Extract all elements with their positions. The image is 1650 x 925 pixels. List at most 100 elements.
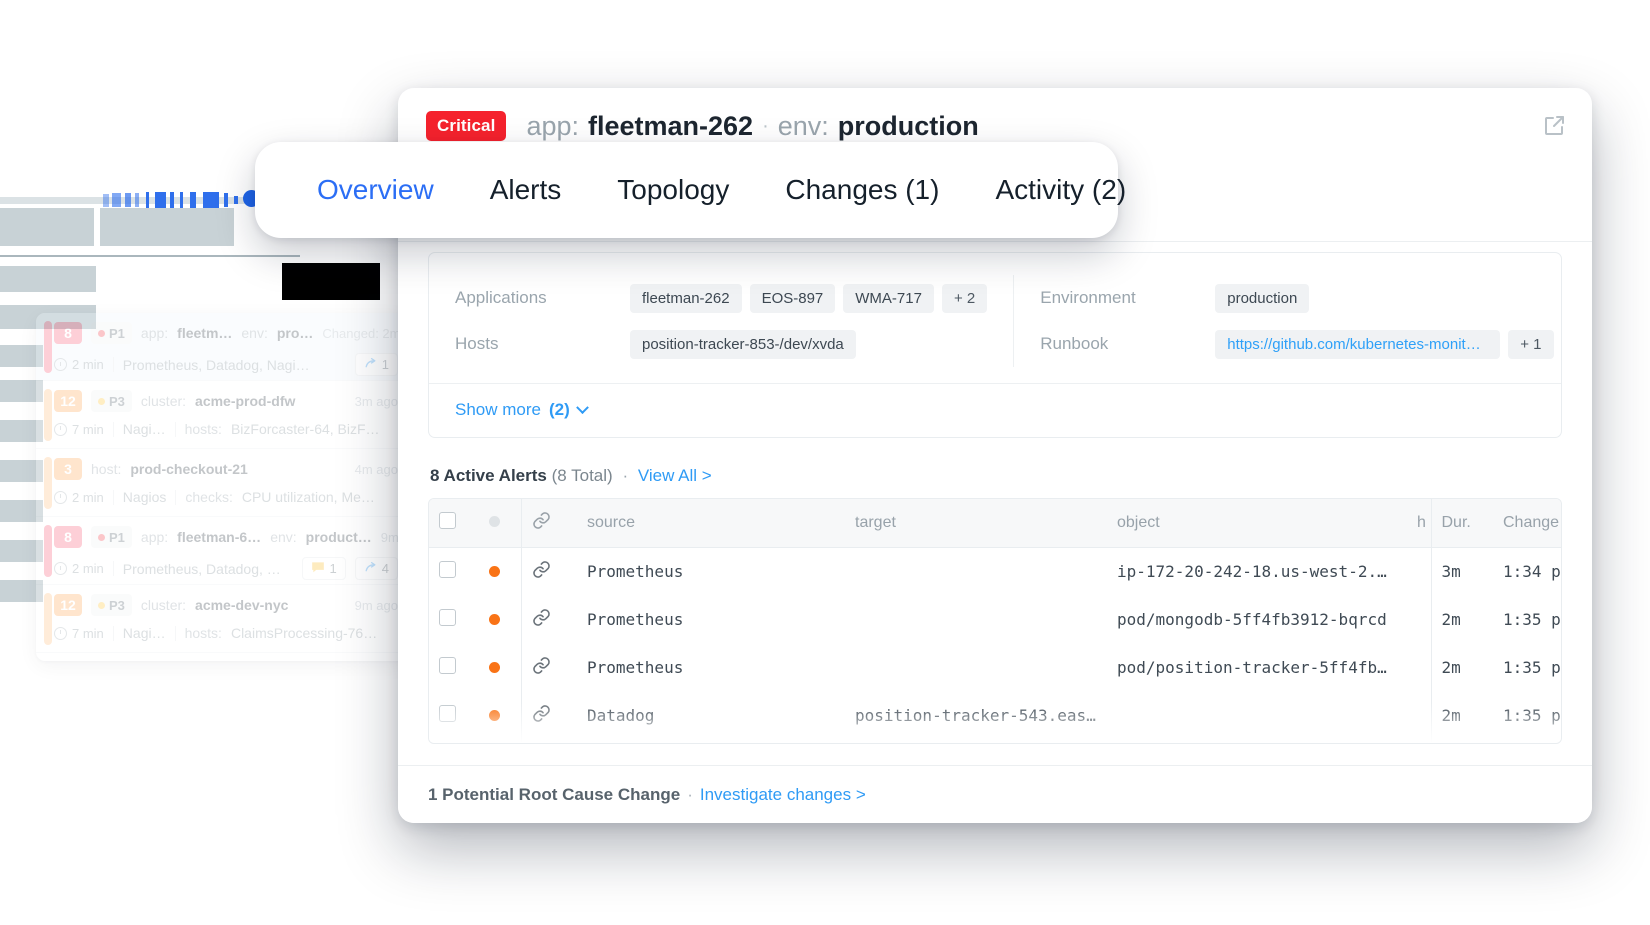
row-select-cell[interactable]: [429, 547, 479, 595]
alert-list-panel[interactable]: 8 P1 app: fleetm… env: pro… Changed: 2m …: [36, 313, 408, 661]
list-item[interactable]: 12 P3 cluster: acme-dev-nyc 9m ago 7 min…: [36, 585, 408, 653]
comment-chip[interactable]: 1: [301, 557, 346, 580]
tab-overview[interactable]: Overview: [317, 174, 434, 206]
row-severity-cell: [479, 595, 521, 643]
row-select-cell[interactable]: [429, 739, 479, 743]
column-header-source[interactable]: source: [577, 499, 845, 548]
list-item[interactable]: 8 P1 app: fleetm… env: pro… Changed: 2m …: [36, 313, 408, 381]
severity-stripe: [44, 457, 52, 509]
share-chip[interactable]: 1: [354, 353, 398, 376]
external-link-icon[interactable]: [1542, 114, 1566, 138]
clock-icon: [54, 490, 67, 504]
cell-change: 1:35 pm: [1503, 657, 1561, 677]
cell-duration: 2m: [1430, 691, 1493, 739]
comment-count: 1: [329, 561, 337, 576]
row-link-cell[interactable]: [520, 595, 577, 643]
select-all-checkbox[interactable]: [439, 511, 456, 529]
column-header-target[interactable]: target: [845, 499, 1107, 548]
detail-row-environment: Environment production: [1040, 275, 1553, 321]
row-severity-cell: [479, 643, 521, 691]
tab-changes[interactable]: Changes (1): [785, 174, 939, 206]
alert-key: app:: [140, 529, 169, 545]
applications-more-tag[interactable]: + 2: [941, 283, 988, 313]
table-row[interactable]: Prometheus pod/mongodb-5ff4fb3912-bqrcd …: [429, 595, 1561, 643]
cell-host: [1407, 595, 1431, 643]
timeline-tick: [125, 193, 131, 207]
link-icon[interactable]: [532, 608, 551, 627]
tab-topology[interactable]: Topology: [617, 174, 729, 206]
alert-duration: 2 min: [54, 357, 104, 372]
column-header-change[interactable]: Change: [1493, 499, 1561, 548]
tab-activity[interactable]: Activity (2): [995, 174, 1126, 206]
list-item[interactable]: 8 P1 app: fleetman-6… env: product… 9m a…: [36, 517, 408, 585]
row-severity-cell: [479, 547, 521, 595]
link-icon[interactable]: [532, 560, 551, 579]
alert-count-badge: 8: [54, 322, 82, 344]
row-link-cell[interactable]: [520, 643, 577, 691]
row-checkbox[interactable]: [439, 704, 456, 722]
row-select-cell[interactable]: [429, 595, 479, 643]
view-all-link[interactable]: View All >: [638, 466, 712, 485]
alert-count-badge: 12: [54, 594, 82, 616]
alert-sources: Prometheus, Datadog, Nag…: [122, 560, 288, 577]
runbook-link-tag[interactable]: https://github.com/kubernetes-monito…: [1215, 329, 1501, 359]
column-header-object[interactable]: object: [1107, 499, 1407, 548]
link-icon[interactable]: [532, 704, 551, 723]
row-link-cell[interactable]: [520, 547, 577, 595]
active-alerts-total: (8 Total): [551, 466, 613, 485]
row-link-cell[interactable]: [520, 691, 577, 739]
alert-hosts: ClaimsProcessing-76, Clai…: [230, 625, 381, 641]
application-tag[interactable]: WMA-717: [843, 283, 934, 313]
column-header-host[interactable]: h: [1407, 499, 1431, 548]
list-item[interactable]: 12 P3 cluster: acme-prod-dfw 3m ago 7 mi…: [36, 381, 408, 449]
table-row[interactable]: Prometheus pod/position-tracker-5ff4fb… …: [429, 643, 1561, 691]
table-row[interactable]: Datadog position-tracker-543.east-2… 2m …: [429, 691, 1561, 739]
priority-label: P1: [109, 529, 125, 545]
table-row[interactable]: Nagios 1m 1:36 pm: [429, 739, 1561, 743]
table-row[interactable]: Prometheus ip-172-20-242-18.us-west-2.… …: [429, 547, 1561, 595]
cell-change: 1:35 pm: [1503, 705, 1561, 725]
cell-source: Datadog: [587, 705, 655, 725]
link-header: [520, 499, 577, 548]
timeline-tick: [203, 192, 219, 208]
cell-change: 1:35 pm: [1503, 609, 1561, 629]
screen: 8 P1 app: fleetm… env: pro… Changed: 2m …: [0, 0, 1650, 925]
runbook-more-tag[interactable]: + 1: [1508, 329, 1554, 359]
application-tag[interactable]: EOS-897: [749, 283, 836, 313]
application-tag[interactable]: fleetman-262: [630, 283, 742, 313]
investigate-changes-link[interactable]: Investigate changes >: [700, 785, 866, 805]
environment-tag[interactable]: production: [1215, 283, 1310, 313]
page-title: app: fleetman-262 · env: production: [526, 111, 978, 142]
host-tag[interactable]: position-tracker-853-/dev/xvda: [630, 329, 856, 359]
row-link-cell[interactable]: [520, 739, 577, 743]
tab-bar: Overview Alerts Topology Changes (1) Act…: [255, 142, 1126, 238]
select-all-header[interactable]: [429, 499, 479, 548]
runbook-label: Runbook: [1040, 334, 1109, 353]
timeline-tick: [135, 193, 139, 207]
tab-alerts[interactable]: Alerts: [490, 174, 562, 206]
share-count: 1: [381, 357, 389, 372]
show-more-button[interactable]: Show more (2): [455, 400, 589, 420]
severity-dot-icon: [489, 515, 500, 527]
share-chip[interactable]: 4: [354, 557, 398, 580]
cell-object: [1107, 739, 1407, 743]
priority-label: P3: [109, 597, 125, 613]
list-item[interactable]: 3 host: prod-checkout-21 4m ago 2 min Na…: [36, 449, 408, 517]
footer-separator: ·: [687, 784, 693, 804]
row-checkbox[interactable]: [439, 656, 456, 674]
priority-label: P3: [109, 393, 125, 409]
row-select-cell[interactable]: [429, 691, 479, 739]
row-checkbox[interactable]: [439, 608, 456, 626]
row-select-cell[interactable]: [429, 643, 479, 691]
alert-value-2: product…: [305, 529, 372, 545]
alert-timestamp: 3m ago: [354, 393, 398, 409]
alert-source-short: Nagi…: [122, 421, 166, 437]
share-icon: [364, 357, 377, 373]
column-header-duration[interactable]: Dur.: [1430, 499, 1493, 548]
link-icon[interactable]: [532, 656, 551, 675]
cell-duration: 3m: [1430, 547, 1493, 595]
clock-icon: [54, 626, 67, 640]
severity-dot-icon: [489, 613, 500, 625]
row-checkbox[interactable]: [439, 560, 456, 578]
details-card: Applications fleetman-262 EOS-897 WMA-71…: [428, 252, 1562, 438]
